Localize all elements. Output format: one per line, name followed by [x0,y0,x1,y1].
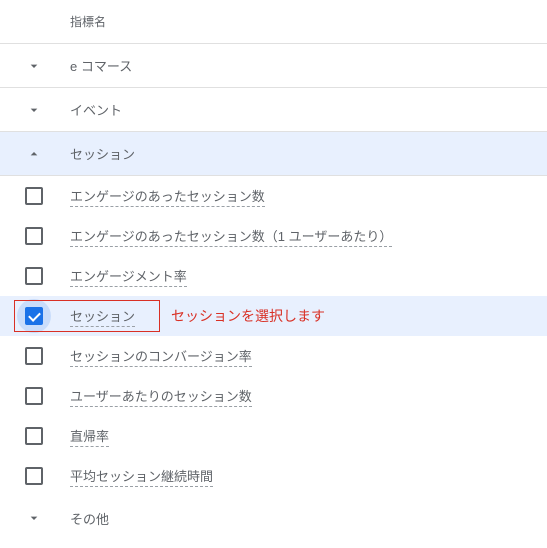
checkbox-icon [25,187,43,205]
metric-label: セッション [70,306,135,327]
metric-label: 平均セッション継続時間 [70,466,213,487]
metric-row-session-conversion-rate[interactable]: セッションのコンバージョン率 [0,336,547,376]
chevron-down-icon [22,102,46,118]
checkbox-wrap[interactable] [22,347,46,365]
checkbox-icon [25,387,43,405]
checkbox-wrap[interactable] [22,467,46,485]
chevron-up-icon [22,146,46,162]
metric-label: エンゲージメント率 [70,266,187,287]
category-label: イベント [70,100,122,119]
checkbox-icon [25,467,43,485]
metric-row-sessions[interactable]: セッション セッションを選択します [0,296,547,336]
category-event[interactable]: イベント [0,88,547,132]
metric-row-avg-session-duration[interactable]: 平均セッション継続時間 [0,456,547,496]
metric-row-engaged-sessions[interactable]: エンゲージのあったセッション数 [0,176,547,216]
column-header-row: 指標名 [0,0,547,44]
category-label: e コマース [70,56,132,75]
metric-row-sessions-per-user[interactable]: ユーザーあたりのセッション数 [0,376,547,416]
metric-label: エンゲージのあったセッション数（1 ユーザーあたり） [70,226,392,247]
checkbox-wrap[interactable] [22,427,46,445]
metric-label: ユーザーあたりのセッション数 [70,386,252,407]
metric-label: 直帰率 [70,426,109,447]
checkbox-wrap[interactable] [22,227,46,245]
metric-label: セッションのコンバージョン率 [70,346,252,367]
category-other[interactable]: その他 [0,496,547,540]
metric-row-engagement-rate[interactable]: エンゲージメント率 [0,256,547,296]
checkbox-wrap[interactable] [22,267,46,285]
category-label: その他 [70,509,109,528]
checkbox-wrap[interactable] [22,387,46,405]
checkbox-icon [25,427,43,445]
chevron-down-icon [22,510,46,526]
category-session[interactable]: セッション [0,132,547,176]
checkbox-wrap[interactable] [22,187,46,205]
metric-row-engaged-sessions-per-user[interactable]: エンゲージのあったセッション数（1 ユーザーあたり） [0,216,547,256]
metric-label: エンゲージのあったセッション数 [70,186,265,207]
category-ecommerce[interactable]: e コマース [0,44,547,88]
checkbox-icon [25,267,43,285]
category-label: セッション [70,144,135,163]
checkbox-icon [25,347,43,365]
checkbox-icon [25,227,43,245]
metric-row-bounce-rate[interactable]: 直帰率 [0,416,547,456]
annotation-text: セッションを選択します [171,306,325,326]
chevron-down-icon [22,58,46,74]
checkbox-wrap[interactable] [22,307,46,325]
column-header-label: 指標名 [70,13,106,30]
